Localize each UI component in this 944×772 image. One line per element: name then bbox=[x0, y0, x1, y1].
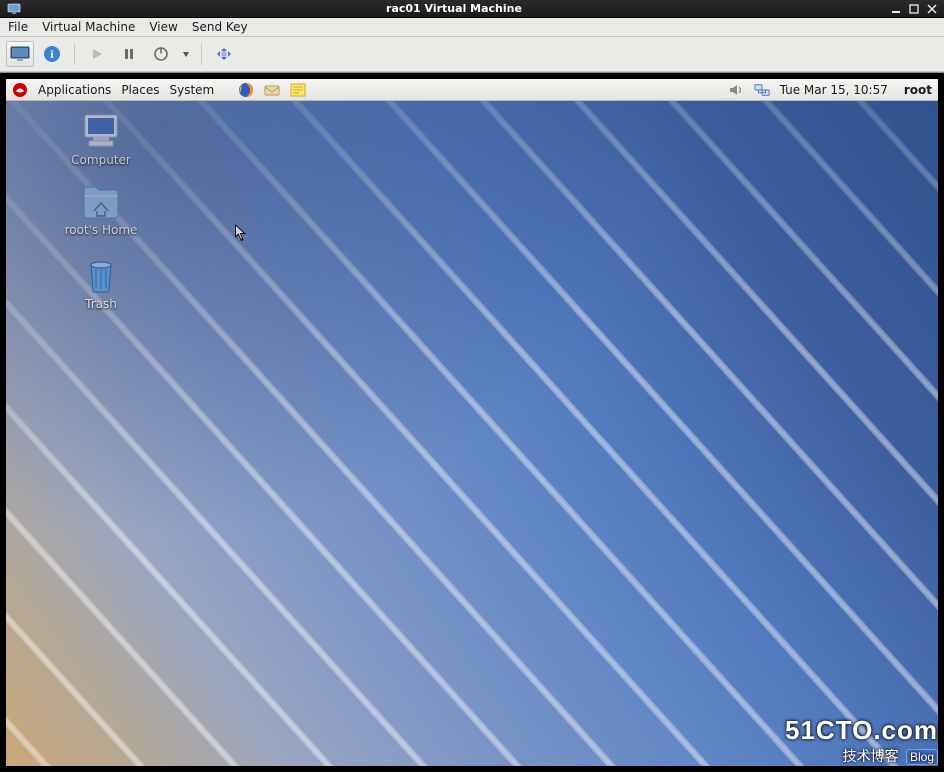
folder-home-icon bbox=[79, 183, 123, 221]
trash-icon bbox=[81, 255, 121, 295]
desktop-icon-computer[interactable]: Computer bbox=[46, 111, 156, 181]
close-button[interactable] bbox=[924, 2, 940, 16]
host-titlebar: rac01 Virtual Machine bbox=[0, 0, 944, 18]
vm-display-area: Applications Places System Tue Mar 15, 1… bbox=[0, 72, 944, 772]
menu-system[interactable]: System bbox=[169, 83, 214, 97]
host-toolbar: i bbox=[0, 37, 944, 72]
toolbar-separator-2 bbox=[201, 43, 202, 65]
menu-virtual-machine[interactable]: Virtual Machine bbox=[42, 20, 135, 34]
distro-logo-icon[interactable] bbox=[12, 82, 28, 98]
desktop-label-home: root's Home bbox=[65, 223, 138, 237]
watermark: 51CTO.com 技术博客 Blog bbox=[785, 715, 938, 766]
desktop-label-computer: Computer bbox=[71, 153, 131, 167]
guest-top-panel: Applications Places System Tue Mar 15, 1… bbox=[6, 79, 938, 101]
pause-button[interactable] bbox=[115, 41, 143, 67]
notes-launcher-icon[interactable] bbox=[290, 82, 306, 98]
menu-send-key[interactable]: Send Key bbox=[192, 20, 248, 34]
watermark-big: 51CTO.com bbox=[785, 715, 938, 746]
menu-view[interactable]: View bbox=[149, 20, 177, 34]
menu-applications[interactable]: Applications bbox=[38, 83, 111, 97]
toolbar-separator bbox=[74, 43, 75, 65]
mail-launcher-icon[interactable] bbox=[264, 82, 280, 98]
shutdown-menu-arrow[interactable] bbox=[179, 41, 193, 67]
window-title: rac01 Virtual Machine bbox=[22, 2, 886, 15]
info-button[interactable]: i bbox=[38, 41, 66, 67]
panel-user[interactable]: root bbox=[898, 83, 932, 97]
computer-icon bbox=[79, 111, 123, 151]
desktop-icon-home[interactable]: root's Home bbox=[46, 183, 156, 253]
console-button[interactable] bbox=[6, 41, 34, 67]
watermark-small: 技术博客 bbox=[843, 748, 899, 764]
minimize-button[interactable] bbox=[888, 2, 904, 16]
titlebar-app-icon bbox=[6, 2, 22, 16]
network-icon[interactable] bbox=[754, 82, 770, 98]
panel-clock[interactable]: Tue Mar 15, 10:57 bbox=[780, 83, 888, 97]
fullscreen-button[interactable] bbox=[210, 41, 238, 67]
maximize-button[interactable] bbox=[906, 2, 922, 16]
volume-icon[interactable] bbox=[728, 82, 744, 98]
host-menubar: File Virtual Machine View Send Key bbox=[0, 18, 944, 37]
desktop-icon-trash[interactable]: Trash bbox=[46, 255, 156, 325]
desktop-icons: Computer root's Home T bbox=[46, 111, 176, 327]
desktop-label-trash: Trash bbox=[85, 297, 117, 311]
run-button[interactable] bbox=[83, 41, 111, 67]
vm-screen[interactable]: Applications Places System Tue Mar 15, 1… bbox=[6, 79, 938, 766]
guest-desktop[interactable]: Computer root's Home T bbox=[6, 101, 938, 766]
menu-places[interactable]: Places bbox=[121, 83, 159, 97]
firefox-launcher-icon[interactable] bbox=[238, 82, 254, 98]
watermark-badge: Blog bbox=[906, 749, 938, 765]
shutdown-button[interactable] bbox=[147, 41, 175, 67]
menu-file[interactable]: File bbox=[8, 20, 28, 34]
cursor-icon bbox=[234, 223, 248, 243]
